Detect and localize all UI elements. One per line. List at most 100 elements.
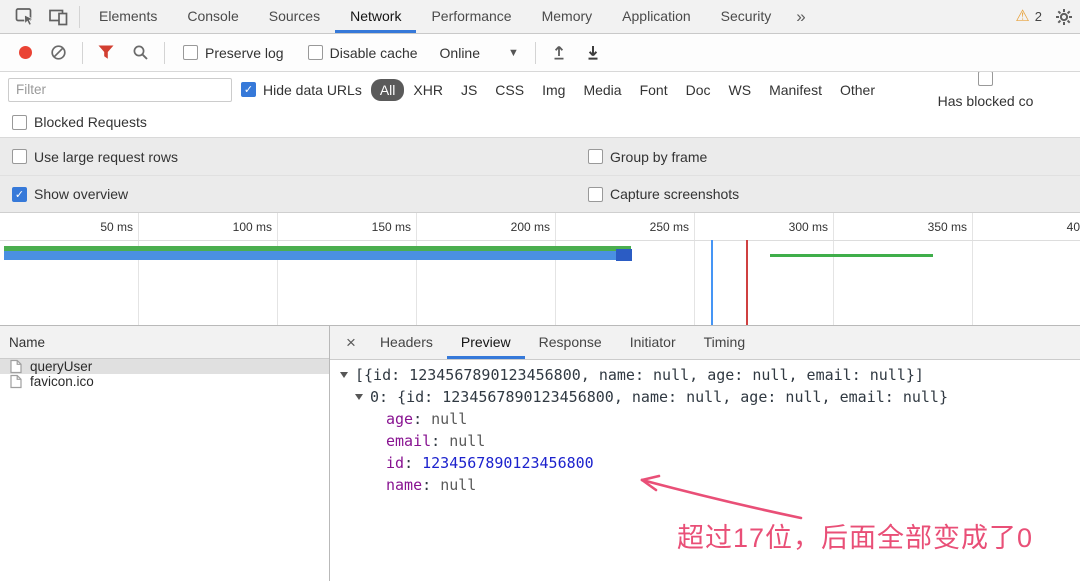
- property-value: null: [431, 410, 467, 428]
- devtools-tab[interactable]: Console: [172, 0, 253, 33]
- record-button[interactable]: [12, 34, 39, 71]
- resource-type-filter[interactable]: JS: [452, 79, 486, 101]
- has-blocked-cookies-label: Has blocked co: [938, 93, 1034, 108]
- preview-item-row[interactable]: 0: {id: 1234567890123456800, name: null,…: [330, 386, 1080, 408]
- resource-type-filters: All XHR JS CSS Img Media Font Doc WS Man…: [371, 79, 884, 101]
- resource-type-filter[interactable]: XHR: [404, 79, 452, 101]
- request-detail-panel: × Headers Preview Response Initiator Tim…: [330, 326, 1080, 581]
- network-overview[interactable]: 50 ms 100 ms 150 ms 200 ms 250 ms 300 ms…: [0, 213, 1080, 325]
- toolbar-separator: [79, 6, 80, 28]
- checkbox-checked: ✓: [12, 187, 27, 202]
- resource-type-filter[interactable]: Font: [631, 79, 677, 101]
- throttling-dropdown[interactable]: Online ▼: [432, 45, 527, 61]
- timeline-tick-label: 200 ms: [417, 213, 555, 234]
- property-colon: :: [422, 476, 440, 494]
- filter-input[interactable]: [8, 78, 232, 102]
- show-overview-checkbox[interactable]: ✓ Show overview: [12, 186, 588, 202]
- more-tabs-button[interactable]: »: [786, 0, 815, 33]
- disable-cache-checkbox[interactable]: Disable cache: [308, 45, 418, 61]
- capture-screenshots-checkbox[interactable]: Capture screenshots: [588, 186, 739, 202]
- devtools-tab-label: Elements: [99, 8, 157, 24]
- chevron-down-icon: ▼: [508, 47, 519, 59]
- name-column-header[interactable]: Name: [0, 326, 329, 359]
- import-har-button[interactable]: [544, 34, 574, 71]
- resource-type-filter[interactable]: Media: [574, 79, 630, 101]
- preview-root-row[interactable]: [{id: 1234567890123456800, name: null, a…: [330, 364, 1080, 386]
- detail-tab[interactable]: Timing: [690, 326, 760, 359]
- overview-request-bar-green: [770, 254, 933, 257]
- timeline-tick: 200 ms: [417, 213, 556, 325]
- resource-type-filter[interactable]: CSS: [486, 79, 533, 101]
- request-name: favicon.ico: [30, 374, 94, 389]
- devtools-tab[interactable]: Memory: [527, 0, 608, 33]
- timeline-tick: 300 ms: [695, 213, 834, 325]
- preserve-log-checkbox[interactable]: Preserve log: [183, 45, 284, 61]
- checkbox-unchecked: [183, 45, 198, 60]
- devtools-tab-label: Console: [187, 8, 238, 24]
- resource-type-filter[interactable]: Doc: [677, 79, 720, 101]
- blocked-requests-checkbox[interactable]: Blocked Requests: [12, 114, 147, 130]
- property-value: 1234567890123456800: [422, 454, 594, 472]
- detail-tab[interactable]: Headers: [366, 326, 447, 359]
- devtools-tab[interactable]: Elements: [84, 0, 172, 33]
- record-icon: [19, 46, 32, 59]
- devtools-tab[interactable]: Application: [607, 0, 706, 33]
- devtools-tab[interactable]: Network: [335, 0, 416, 33]
- checkbox-unchecked: [12, 149, 27, 164]
- expand-triangle-icon[interactable]: [355, 394, 363, 400]
- timeline-tick-label: 150 ms: [278, 213, 416, 234]
- detail-tab[interactable]: Response: [525, 326, 616, 359]
- preview-property-row[interactable]: name: null: [330, 474, 1080, 496]
- devtools-tab[interactable]: Performance: [416, 0, 526, 33]
- resource-type-filter[interactable]: Manifest: [760, 79, 831, 101]
- resource-type-filter[interactable]: Img: [533, 79, 574, 101]
- resource-type-label: Font: [640, 82, 668, 98]
- hide-data-urls-label: Hide data URLs: [263, 82, 362, 98]
- preview-property-row[interactable]: id: 1234567890123456800: [330, 452, 1080, 474]
- devtools-tab[interactable]: Security: [706, 0, 787, 33]
- property-value: null: [449, 432, 485, 450]
- expand-triangle-icon[interactable]: [340, 372, 348, 378]
- checkbox-unchecked: [308, 45, 323, 60]
- resource-type-filter[interactable]: Other: [831, 79, 884, 101]
- close-detail-button[interactable]: ×: [336, 326, 366, 359]
- capture-screenshots-label: Capture screenshots: [610, 186, 739, 202]
- inspect-element-button[interactable]: [8, 0, 42, 33]
- devtools-tab[interactable]: Sources: [254, 0, 335, 33]
- export-har-button[interactable]: [578, 34, 608, 71]
- hide-data-urls-checkbox[interactable]: ✓ Hide data URLs: [241, 82, 362, 98]
- resource-type-label: JS: [461, 82, 477, 98]
- warning-indicator[interactable]: ⚠ 2: [1009, 9, 1048, 25]
- property-key: id: [386, 454, 404, 472]
- device-toolbar-button[interactable]: [42, 0, 75, 33]
- blocked-requests-row: Blocked Requests: [0, 107, 1080, 137]
- timeline-tick-label: 100 ms: [139, 213, 277, 234]
- use-large-request-rows-checkbox[interactable]: Use large request rows: [12, 149, 588, 165]
- resource-type-filter[interactable]: All: [371, 79, 405, 101]
- resource-type-filter[interactable]: WS: [720, 79, 761, 101]
- request-row[interactable]: queryUser: [0, 359, 329, 374]
- preview-content: [{id: 1234567890123456800, name: null, a…: [330, 360, 1080, 581]
- search-button[interactable]: [125, 34, 156, 71]
- main-tabs: Elements Console Sources Network Perform…: [84, 0, 786, 33]
- load-event-marker: [746, 240, 748, 325]
- settings-button[interactable]: [1048, 0, 1080, 33]
- preview-property-row[interactable]: age: null: [330, 408, 1080, 430]
- preview-property-row[interactable]: email: null: [330, 430, 1080, 452]
- options-row: Use large request rows Group by frame: [0, 138, 1080, 175]
- clear-button[interactable]: [43, 34, 74, 71]
- detail-tab[interactable]: Preview: [447, 326, 525, 359]
- has-blocked-cookies-checkbox[interactable]: Has blocked co: [893, 72, 1078, 107]
- resource-type-label: Media: [583, 82, 621, 98]
- request-list-panel: Name queryUser: [0, 326, 330, 581]
- resource-type-label: Manifest: [769, 82, 822, 98]
- detail-tab-label: Timing: [704, 334, 746, 350]
- filter-toggle-button[interactable]: [91, 34, 121, 71]
- request-row[interactable]: favicon.ico: [0, 374, 329, 389]
- domcontentloaded-marker: [711, 240, 713, 325]
- timeline-tick-label: 250 ms: [556, 213, 694, 234]
- detail-tab[interactable]: Initiator: [616, 326, 690, 359]
- detail-tab-label: Preview: [461, 334, 511, 350]
- group-by-frame-checkbox[interactable]: Group by frame: [588, 149, 707, 165]
- network-options: Use large request rows Group by frame ✓ …: [0, 137, 1080, 213]
